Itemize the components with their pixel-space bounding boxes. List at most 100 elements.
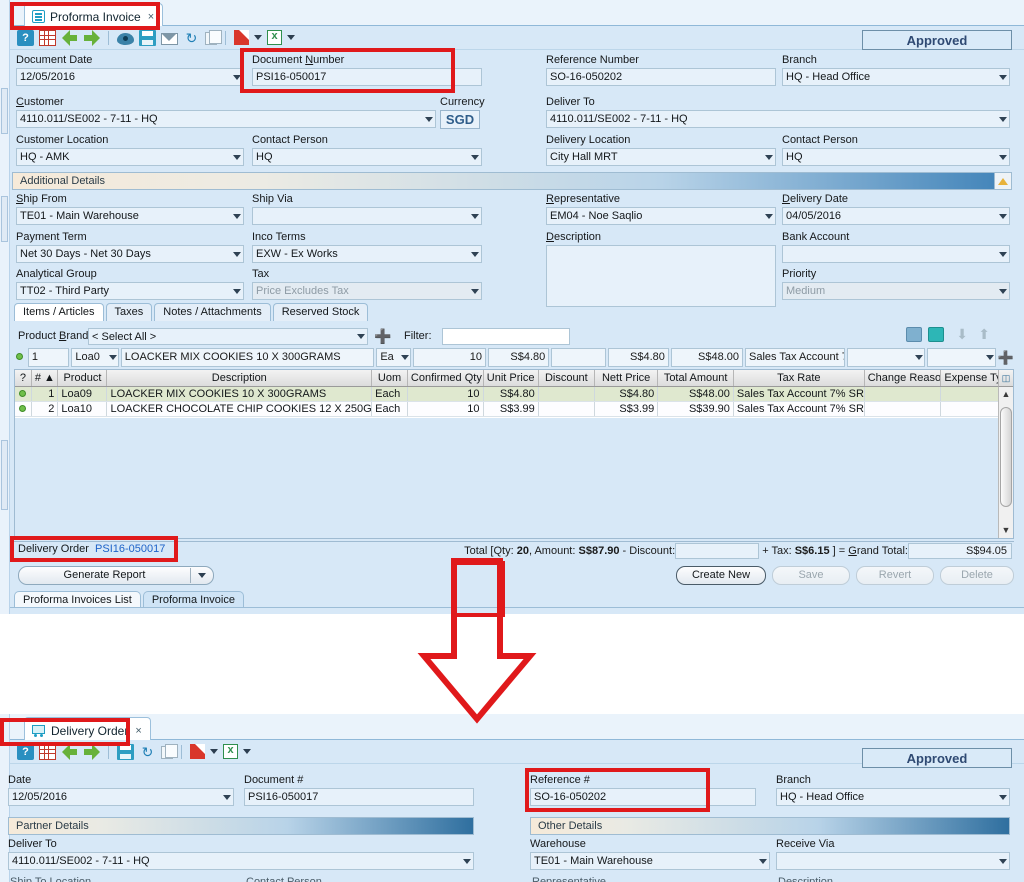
col-product[interactable]: Product [57, 370, 108, 387]
move-down-icon[interactable]: ⬇ [956, 326, 968, 343]
previous-record-icon[interactable] [61, 29, 78, 46]
table-row[interactable]: 2 Loa10 LOACKER CHOCOLATE CHIP COOKIES 1… [15, 401, 1013, 417]
product-brand-select[interactable]: < Select All > [88, 328, 368, 345]
export-excel-chevron-down-icon[interactable] [287, 35, 295, 40]
chevron-down-icon[interactable] [999, 252, 1007, 257]
next-record-icon[interactable] [83, 29, 100, 46]
do-document-number-input[interactable]: PSI16-050017 [244, 788, 474, 806]
grid-view-icon[interactable] [39, 29, 56, 46]
do-deliver-to-select[interactable]: 4110.011/SE002 - 7-11 - HQ [8, 852, 474, 870]
new-line-change-reason-select[interactable] [846, 348, 925, 367]
col-change-reason[interactable]: Change Reason [864, 370, 942, 387]
chevron-down-icon[interactable] [109, 355, 117, 360]
chevron-down-icon[interactable] [233, 252, 241, 257]
new-line-product-select[interactable]: Loa0 [71, 348, 119, 367]
chevron-down-icon[interactable] [986, 355, 994, 360]
tab-proforma-invoice-detail[interactable]: Proforma Invoice [142, 591, 244, 608]
new-line-total-amount-input[interactable]: S$48.00 [670, 348, 743, 367]
rail-tab-3[interactable] [1, 440, 8, 510]
chevron-down-icon[interactable] [233, 289, 241, 294]
new-line-number-input[interactable]: 1 [27, 348, 70, 367]
customer-location-select[interactable]: HQ - AMK [16, 148, 244, 166]
col-tax-rate[interactable]: Tax Rate [733, 370, 865, 387]
new-line-qty-input[interactable]: 10 [412, 348, 487, 367]
document-date-input[interactable]: 12/05/2016 [16, 68, 244, 86]
scroll-up-button[interactable]: ▲ [999, 387, 1013, 402]
export-pdf-chevron-down-icon[interactable] [210, 749, 218, 754]
new-line-uom-select[interactable]: Ea [376, 348, 411, 367]
currency-value[interactable]: SGD [440, 110, 480, 129]
scroll-down-button[interactable]: ▼ [999, 523, 1013, 538]
reference-number-input[interactable]: SO-16-050202 [546, 68, 776, 86]
chevron-down-icon[interactable] [471, 155, 479, 160]
chevron-down-icon[interactable] [999, 214, 1007, 219]
chevron-down-icon[interactable] [759, 859, 767, 864]
chevron-down-icon[interactable] [999, 795, 1007, 800]
analytical-group-select[interactable]: TT02 - Third Party [16, 282, 244, 300]
create-new-button[interactable]: Create New [676, 566, 766, 585]
do-branch-select[interactable]: HQ - Head Office [776, 788, 1010, 806]
help-icon[interactable]: ? [17, 29, 34, 46]
payment-term-select[interactable]: Net 30 Days - Net 30 Days [16, 245, 244, 263]
copy-icon[interactable] [161, 744, 178, 759]
collapse-section-button[interactable] [994, 172, 1012, 190]
representative-select[interactable]: EM04 - Noe Saqlio [546, 207, 776, 225]
contact-person-2-select[interactable]: HQ [782, 148, 1010, 166]
chevron-down-icon[interactable] [223, 795, 231, 800]
chevron-down-icon[interactable] [463, 859, 471, 864]
chevron-down-icon[interactable] [357, 334, 365, 339]
col-confirmed-qty[interactable]: Confirmed Qty [407, 370, 484, 387]
col-unit-price[interactable]: Unit Price [483, 370, 539, 387]
do-warehouse-select[interactable]: TE01 - Main Warehouse [530, 852, 770, 870]
table-row[interactable]: 1 Loa09 LOACKER MIX COOKIES 10 X 300GRAM… [15, 386, 1013, 402]
email-icon[interactable] [161, 32, 178, 45]
chevron-down-icon[interactable] [765, 155, 773, 160]
bank-account-select[interactable] [782, 245, 1010, 263]
inco-terms-select[interactable]: EXW - Ex Works [252, 245, 482, 263]
contact-person-select[interactable]: HQ [252, 148, 482, 166]
add-icon[interactable]: ➕ [374, 329, 391, 343]
col-number[interactable]: # ▲ [31, 370, 59, 387]
refresh-icon[interactable]: ↻ [183, 30, 200, 46]
save-layout-icon[interactable] [906, 327, 922, 342]
chevron-down-icon[interactable] [999, 117, 1007, 122]
delivery-date-input[interactable]: 04/05/2016 [782, 207, 1010, 225]
export-pdf-chevron-down-icon[interactable] [254, 35, 262, 40]
filter-input[interactable] [442, 328, 570, 345]
chevron-down-icon[interactable] [999, 155, 1007, 160]
tab-notes-attachments[interactable]: Notes / Attachments [154, 303, 271, 321]
col-discount[interactable]: Discount [538, 370, 595, 387]
chevron-down-icon[interactable] [999, 75, 1007, 80]
ship-via-select[interactable] [252, 207, 482, 225]
chevron-down-icon[interactable] [999, 859, 1007, 864]
new-line-discount-input[interactable] [551, 348, 606, 367]
new-line-expense-type-select[interactable] [926, 348, 996, 367]
discount-input[interactable] [675, 543, 760, 559]
chevron-down-icon[interactable] [191, 567, 213, 584]
do-date-input[interactable]: 12/05/2016 [8, 788, 234, 806]
chevron-down-icon[interactable] [471, 214, 479, 219]
chevron-down-icon[interactable] [915, 355, 923, 360]
export-excel-chevron-down-icon[interactable] [243, 749, 251, 754]
add-line-icon[interactable]: ➕ [998, 348, 1014, 367]
copy-icon[interactable] [205, 30, 222, 45]
chevron-down-icon[interactable] [401, 355, 409, 360]
ship-from-select[interactable]: TE01 - Main Warehouse [16, 207, 244, 225]
column-chooser-icon[interactable]: ◫ [998, 370, 1013, 387]
delivery-location-select[interactable]: City Hall MRT [546, 148, 776, 166]
rail-tab-2[interactable] [1, 196, 8, 242]
new-line-unit-price-input[interactable]: S$4.80 [488, 348, 550, 367]
new-line-nett-price-input[interactable]: S$4.80 [607, 348, 669, 367]
refresh-icon[interactable]: ↻ [139, 744, 156, 760]
tab-taxes[interactable]: Taxes [105, 303, 153, 321]
tab-proforma-invoices-list[interactable]: Proforma Invoices List [14, 591, 141, 608]
col-status[interactable]: ? [15, 370, 32, 387]
branch-select[interactable]: HQ - Head Office [782, 68, 1010, 86]
generate-report-button[interactable]: Generate Report [18, 566, 214, 585]
export-layout-icon[interactable] [928, 327, 944, 342]
new-line-description-input[interactable]: LOACKER MIX COOKIES 10 X 300GRAMS [120, 348, 375, 367]
description-textarea[interactable] [546, 245, 776, 307]
close-icon[interactable]: × [135, 725, 141, 737]
chevron-down-icon[interactable] [471, 252, 479, 257]
chevron-down-icon[interactable] [765, 214, 773, 219]
